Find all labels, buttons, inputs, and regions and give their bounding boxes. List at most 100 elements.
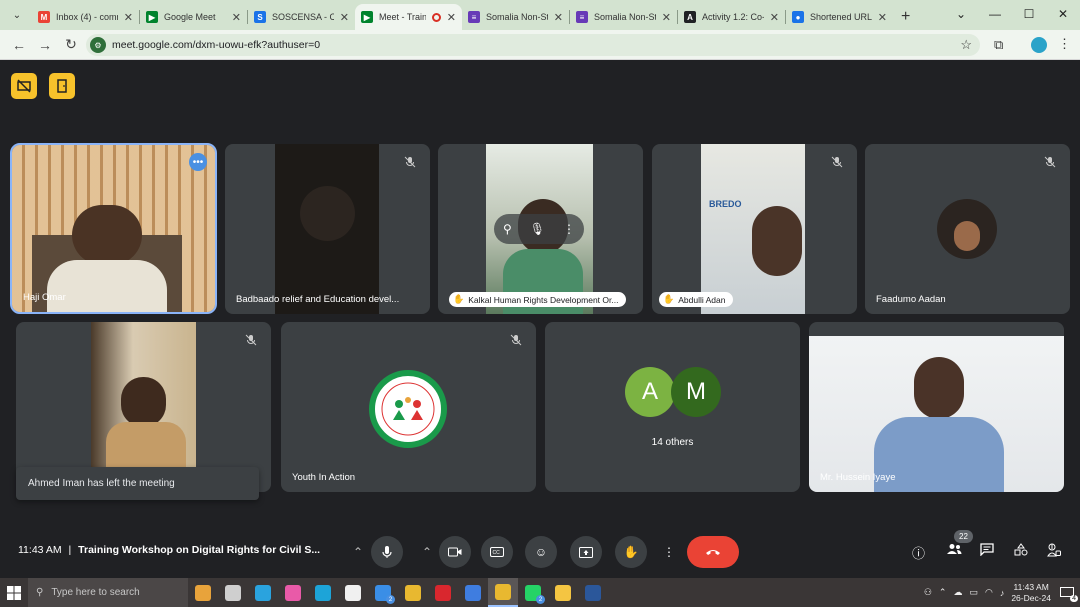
close-tab-icon[interactable]: ✕ (662, 11, 671, 24)
whatsapp-icon[interactable]: 2 (518, 578, 548, 607)
app-icon: A (684, 11, 696, 23)
chrome-active-icon[interactable] (488, 578, 518, 607)
participant-tile-hussein-iyaye[interactable]: Mr. Hussein Iyaye (809, 322, 1064, 492)
close-tab-icon[interactable]: ✕ (770, 11, 779, 24)
browser-tab[interactable]: ● Shortened URL ✕ (786, 4, 893, 30)
tab-title: Somalia Non-Sta (594, 12, 656, 22)
audio-options-chevron-icon[interactable]: ⌃ (348, 536, 368, 568)
people-icon[interactable] (946, 543, 962, 558)
browser-tab[interactable]: S SOSCENSA - Ca ✕ (248, 4, 355, 30)
chat-icon[interactable] (980, 543, 994, 559)
captions-button[interactable]: CC (481, 536, 513, 568)
raise-hand-button[interactable]: ✋ (615, 536, 647, 568)
emoji-reaction-button[interactable]: ☺ (525, 536, 557, 568)
file-explorer-icon[interactable] (548, 578, 578, 607)
muted-mic-icon (402, 154, 418, 170)
gift-icon[interactable] (188, 578, 218, 607)
volume-icon[interactable]: ♪ (1000, 588, 1005, 598)
close-tab-icon[interactable]: ✕ (447, 11, 456, 24)
close-tab-icon[interactable]: ✕ (878, 11, 887, 24)
browser-tab[interactable]: A Activity 1.2: Co- ✕ (678, 4, 785, 30)
close-tab-icon[interactable]: ✕ (124, 11, 133, 24)
task-view-icon[interactable] (218, 578, 248, 607)
close-tab-icon[interactable]: ✕ (232, 11, 241, 24)
participant-tile-badbaado[interactable]: Badbaado relief and Education devel... (225, 144, 430, 314)
notification-center-icon[interactable]: 4 (1058, 584, 1078, 602)
browser-menu-icon[interactable]: ⋮ (1058, 36, 1071, 52)
close-tab-icon[interactable]: ✕ (340, 11, 349, 24)
others-tile[interactable]: A M 14 others (545, 322, 800, 492)
edge-icon[interactable] (308, 578, 338, 607)
browser-tab[interactable]: ▶ Meet - Traini ✕ (355, 4, 462, 30)
battery-icon[interactable]: ▭ (969, 587, 978, 598)
more-vert-icon[interactable]: ⋮ (563, 222, 575, 236)
video-options-chevron-icon[interactable]: ⌃ (417, 536, 437, 568)
site-info-icon[interactable]: ⚙ (90, 37, 106, 53)
store-icon[interactable] (338, 578, 368, 607)
present-screen-button[interactable] (570, 536, 602, 568)
chevron-up-icon[interactable]: ⌃ (939, 587, 947, 598)
activities-icon[interactable] (1014, 543, 1028, 559)
link-icon: ● (792, 11, 804, 23)
back-button[interactable]: ← (6, 37, 32, 53)
door-icon[interactable] (49, 73, 75, 99)
participant-tile-haji-omar[interactable]: ••• Haji Omar (10, 143, 217, 314)
bookmark-star-icon[interactable]: ☆ (960, 37, 972, 53)
calculator-icon[interactable] (458, 578, 488, 607)
more-options-icon[interactable]: ••• (189, 153, 207, 171)
url-field[interactable]: ⚙ meet.google.com/dxm-uowu-efk?authuser=… (86, 34, 980, 56)
cloud-icon[interactable]: ☁ (953, 587, 962, 598)
mic-button[interactable] (371, 536, 403, 568)
camera-button[interactable] (439, 536, 471, 568)
meeting-info: 11:43 AM | Training Workshop on Digital … (18, 544, 320, 556)
taskbar-search-input[interactable]: ⚲ Type here to search (28, 578, 188, 607)
mega-icon[interactable] (428, 578, 458, 607)
mail-icon[interactable]: 2 (368, 578, 398, 607)
chrome-active-icon-glyph (495, 583, 511, 600)
colorful-app-icon[interactable] (278, 578, 308, 607)
tab-search-dropdown[interactable]: ⌄ (6, 4, 28, 26)
word-icon[interactable] (578, 578, 608, 607)
host-controls-icon[interactable] (1047, 543, 1061, 560)
app-badge-count: 2 (536, 595, 545, 604)
colorful-app-icon-glyph (285, 584, 301, 601)
participant-tile-kalkal[interactable]: ⚲ 🎙 ⋮ ✋ Kalkal Human Rights Development … (438, 144, 643, 314)
windows-start-button[interactable] (0, 578, 28, 607)
browser-tab[interactable]: ▶ Google Meet ✕ (140, 4, 247, 30)
gift-icon-glyph (195, 584, 211, 601)
new-tab-button[interactable]: + (901, 8, 910, 26)
person-icon[interactable]: ⚇ (924, 587, 932, 598)
browser-tab[interactable]: ≡ Somalia Non-Sta ✕ (462, 4, 569, 30)
pin-icon[interactable]: ⚲ (503, 222, 512, 236)
leave-call-button[interactable] (687, 536, 739, 568)
more-options-button[interactable]: ⋮ (659, 536, 679, 568)
chrome-icon[interactable] (398, 578, 428, 607)
close-tab-icon[interactable]: ✕ (554, 11, 563, 24)
browser-tab[interactable]: M Inbox (4) - comm ✕ (32, 4, 139, 30)
muted-mic-icon (243, 332, 259, 348)
meeting-details-icon[interactable]: ⓘ (912, 543, 925, 562)
chrome-icon-glyph (405, 584, 421, 601)
mic-icon[interactable]: 🎙 (530, 222, 545, 236)
reload-button[interactable]: ↻ (58, 36, 84, 53)
participant-head (72, 205, 142, 265)
participant-tile-youth-in-action[interactable]: Youth In Action (281, 322, 536, 492)
taskbar-clock[interactable]: 11:43 AM 26-Dec-24 (1011, 582, 1051, 604)
wifi-icon[interactable]: ◠ (985, 587, 993, 598)
forward-button[interactable]: → (32, 37, 58, 53)
extensions-icon[interactable]: ⧉ (994, 37, 1003, 53)
store-icon-glyph (345, 584, 361, 601)
participant-tile-faadumo-aadan[interactable]: Faadumo Aadan (865, 144, 1070, 314)
others-count-label: 14 others (651, 437, 694, 448)
telegram-icon[interactable] (248, 578, 278, 607)
browser-tab[interactable]: ≡ Somalia Non-Sta ✕ (570, 4, 677, 30)
tile-hover-controls: ⚲ 🎙 ⋮ (494, 214, 584, 244)
maximize-button[interactable]: ☐ (1012, 0, 1046, 28)
participant-name: Mr. Hussein Iyaye (820, 472, 896, 483)
profile-avatar[interactable] (1031, 37, 1047, 53)
caption-off-icon[interactable] (11, 73, 37, 99)
close-window-button[interactable]: ✕ (1046, 0, 1080, 28)
participant-tile-abdulli-adan[interactable]: BREDO ✋ Abdulli Adan (652, 144, 857, 314)
chevron-down-icon[interactable]: ⌄ (944, 0, 978, 28)
minimize-button[interactable]: — (978, 0, 1012, 28)
